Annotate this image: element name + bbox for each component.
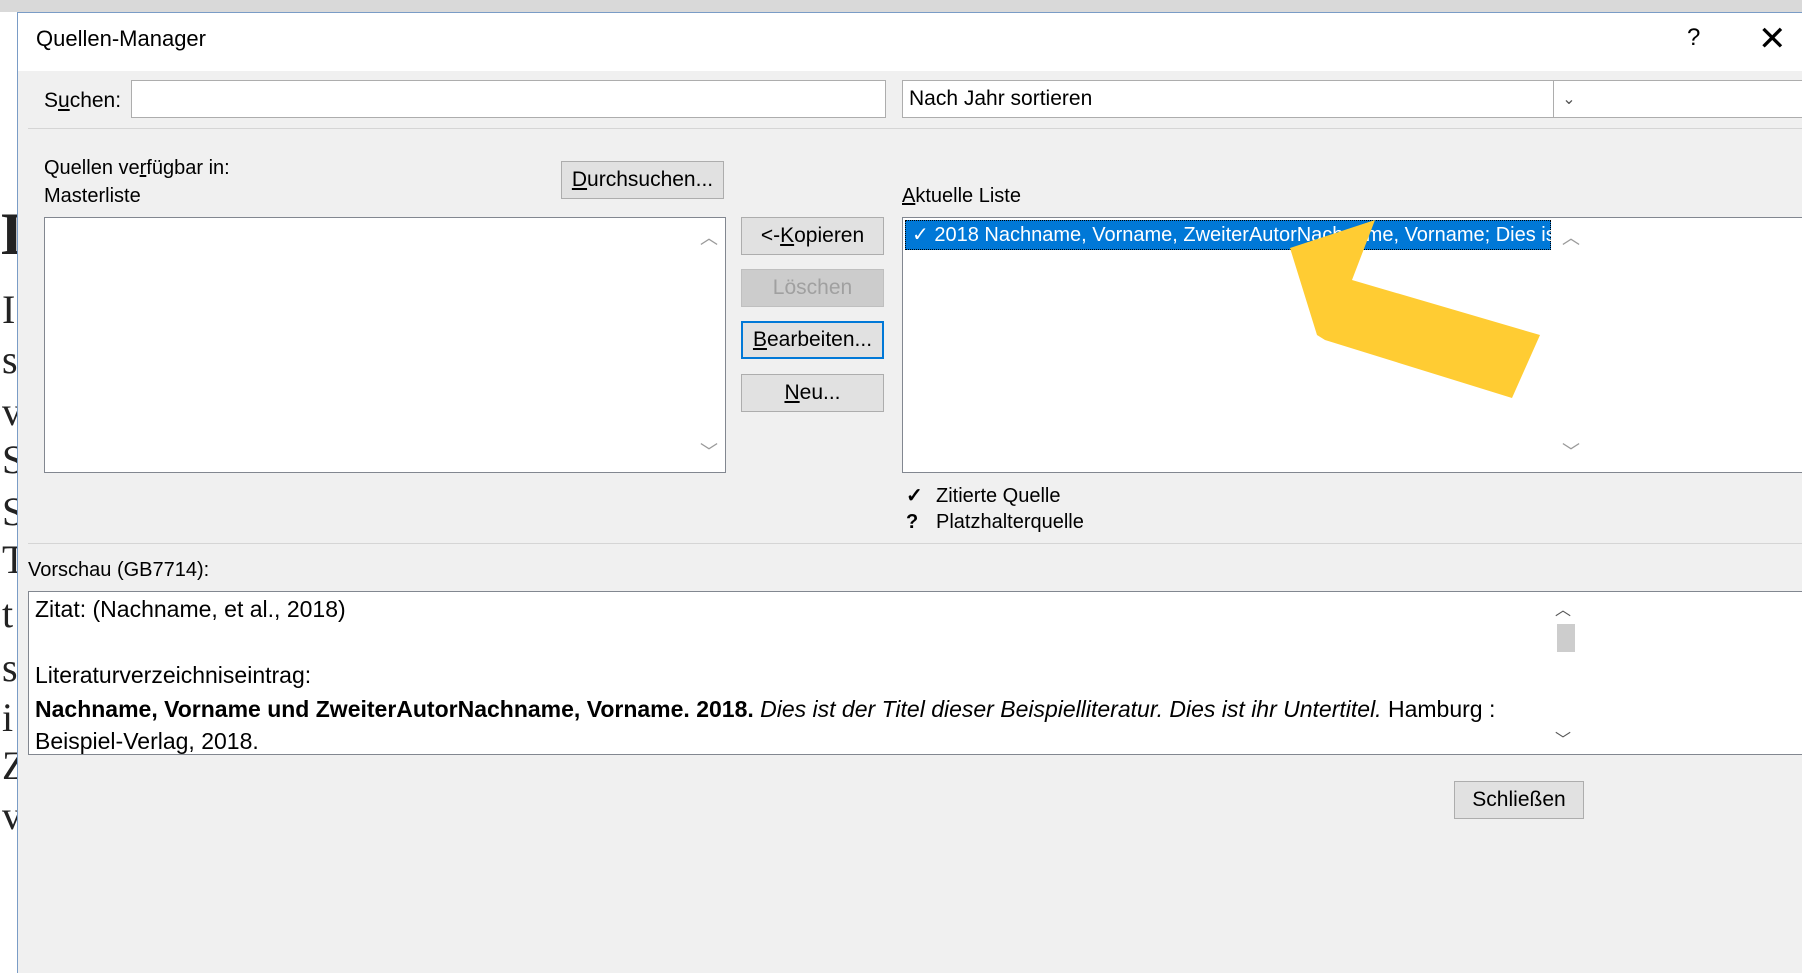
preview-bib-entry: Nachname, Vorname und ZweiterAutorNachna… (35, 696, 1496, 722)
list-item-text: 2018 Nachname, Vorname, ZweiterAutorNach… (934, 224, 1562, 246)
sort-dropdown[interactable]: Nach Jahr sortieren ⌄ (902, 80, 1802, 118)
scroll-down-icon[interactable]: ﹀ (1562, 438, 1580, 464)
scrollbar-thumb[interactable] (1557, 624, 1575, 652)
close-icon[interactable]: ✕ (1758, 19, 1787, 59)
source-manager-dialog: Quellen-Manager ? ✕ Suchen: Nach Jahr so… (17, 12, 1802, 973)
delete-button[interactable]: Löschen (741, 269, 884, 307)
close-button[interactable]: Schließen (1454, 781, 1584, 819)
scroll-down-icon[interactable]: ﹀ (1555, 726, 1571, 750)
master-list[interactable]: ︿ ﹀ (44, 217, 726, 473)
scroll-down-icon[interactable]: ﹀ (700, 438, 718, 464)
master-list-label: Masterliste (44, 185, 141, 207)
preview-scrollbar[interactable]: ︿ ﹀ (1553, 596, 1577, 750)
search-label: Suchen: (44, 89, 122, 112)
sort-dropdown-value: Nach Jahr sortieren (909, 87, 1093, 110)
list-item[interactable]: ✓ 2018 Nachname, Vorname, ZweiterAutorNa… (905, 220, 1561, 250)
background-text-letter: I (2, 287, 16, 332)
question-icon: ? (906, 511, 919, 533)
check-icon: ✓ (906, 485, 923, 507)
master-list-scrollbar[interactable]: ︿ ﹀ (691, 218, 725, 472)
current-list[interactable]: ✓ 2018 Nachname, Vorname, ZweiterAutorNa… (902, 217, 1802, 473)
title-bar: Quellen-Manager ? ✕ (18, 13, 1802, 71)
background-text-letter: t (2, 591, 14, 636)
check-icon: ✓ (912, 224, 929, 246)
scroll-up-icon[interactable]: ︿ (1562, 224, 1580, 250)
current-list-label: Aktuelle Liste (902, 185, 1021, 207)
preview-box: Zitat: (Nachname, et al., 2018) Literatu… (28, 591, 1802, 755)
scroll-up-icon[interactable]: ︿ (1555, 596, 1571, 620)
preview-bib-heading: Literaturverzeichniseintrag: (35, 662, 312, 688)
edit-button[interactable]: Bearbeiten... (741, 321, 884, 359)
current-list-scrollbar[interactable]: ︿ ﹀ (1553, 218, 1587, 472)
preview-label: Vorschau (GB7714): (28, 559, 210, 581)
background-document: I IsvSSTtsiZv (0, 12, 26, 953)
background-text-letter: s (2, 645, 18, 690)
browse-button[interactable]: Durchsuchen... (561, 161, 724, 199)
new-button[interactable]: Neu... (741, 374, 884, 412)
separator (28, 543, 1802, 544)
separator (28, 128, 1802, 129)
search-input[interactable] (131, 80, 886, 118)
dialog-title: Quellen-Manager (36, 26, 206, 51)
legend-placeholder: ? Platzhalterquelle (906, 511, 1084, 533)
background-document-topbar (0, 0, 1802, 12)
preview-bib-entry-line2: Beispiel-Verlag, 2018. (35, 728, 259, 754)
background-text-letter: s (2, 337, 18, 382)
chevron-down-icon[interactable]: ⌄ (1553, 81, 1584, 117)
available-in-label: Quellen verfügbar in: (44, 157, 230, 179)
background-text-letter: i (2, 695, 14, 740)
scroll-up-icon[interactable]: ︿ (700, 224, 718, 250)
help-button[interactable]: ? (1687, 24, 1700, 52)
preview-citation: Zitat: (Nachname, et al., 2018) (35, 596, 346, 622)
legend-cited: ✓ Zitierte Quelle (906, 485, 1061, 507)
copy-button[interactable]: <- Kopieren (741, 217, 884, 255)
